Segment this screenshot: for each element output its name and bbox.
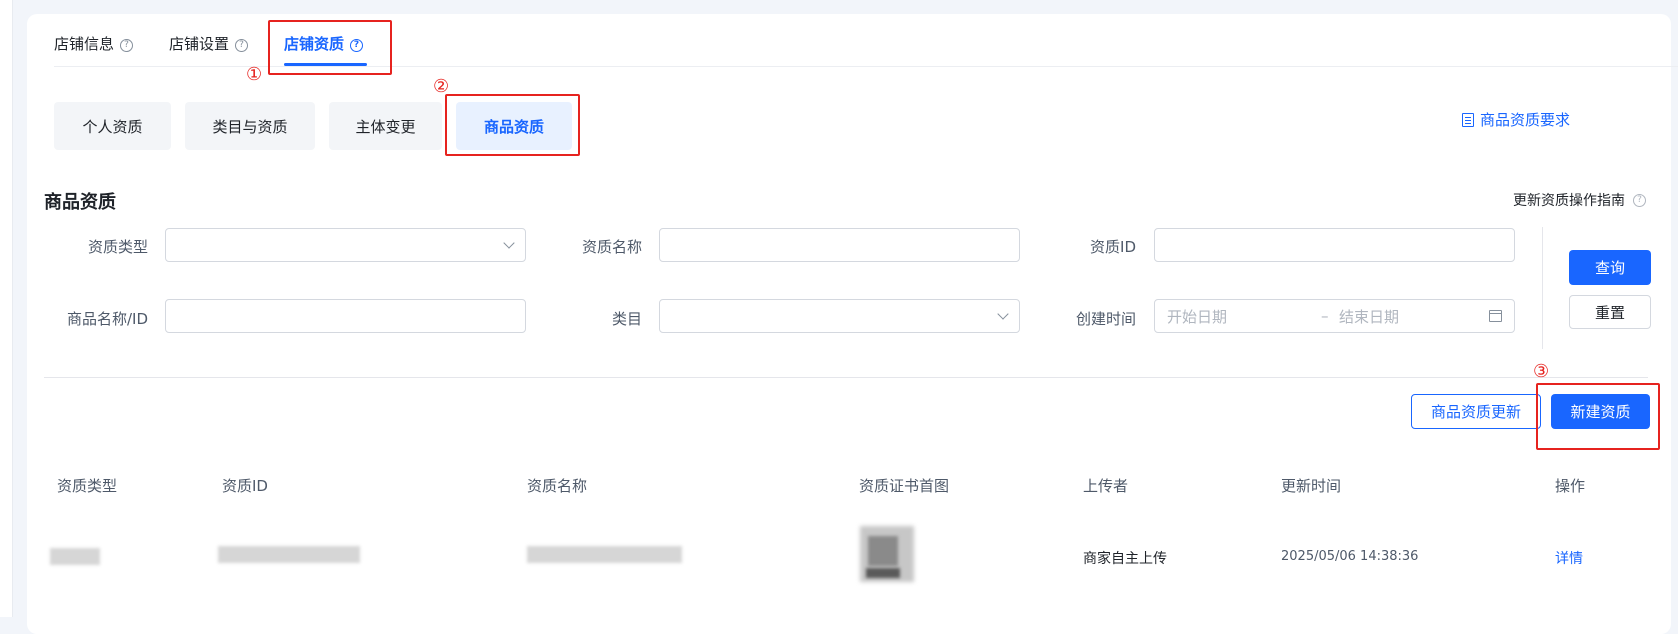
annotation-number-3: ③ [1533,361,1550,382]
product-name-label: 商品名称/ID [66,310,148,328]
query-button[interactable]: 查询 [1569,250,1651,285]
col-qual-id: 资质ID [222,477,268,495]
annotation-box-1 [268,20,392,75]
subtab-label: 主体变更 [355,117,416,136]
document-icon [1461,112,1474,127]
col-action: 操作 [1555,477,1586,495]
category-select[interactable] [659,299,1020,333]
end-date-placeholder[interactable]: 结束日期 [1339,306,1399,327]
qual-type-label: 资质类型 [87,238,148,256]
qual-id-input[interactable] [1154,228,1515,262]
left-panel-edge [0,0,13,617]
guide-link-label: 更新资质操作指南 [1513,193,1625,209]
chevron-down-icon [503,237,515,249]
tab-store-info[interactable]: 店铺信息 ? [54,30,134,66]
subtab-personal[interactable]: 个人资质 [54,102,171,150]
help-icon: ? [1633,193,1646,207]
qual-name-text[interactable] [672,235,1007,255]
product-name-input[interactable] [165,299,526,333]
qual-name-label: 资质名称 [581,238,642,256]
col-qual-type: 资质类型 [57,477,118,495]
qual-id-text[interactable] [1167,235,1502,255]
redacted-qual-id [218,546,360,563]
filter-divider [1542,227,1543,349]
col-qual-name: 资质名称 [527,477,588,495]
detail-link[interactable]: 详情 [1555,548,1583,568]
calendar-icon [1489,310,1502,322]
help-icon[interactable]: ? [120,39,134,52]
chevron-down-icon [997,308,1009,320]
annotation-box-3 [1536,383,1660,450]
qual-name-input[interactable] [659,228,1020,262]
guide-link[interactable]: 更新资质操作指南 ? [1513,190,1646,210]
qual-id-label: 资质ID [1090,238,1136,256]
range-separator: – [1321,307,1329,325]
section-divider [44,377,1648,378]
created-time-label: 创建时间 [1075,310,1136,328]
requirement-link[interactable]: 商品资质要求 [1461,109,1570,130]
product-name-text[interactable] [178,306,513,326]
section-title: 商品资质 [44,192,116,213]
start-date-placeholder[interactable]: 开始日期 [1167,306,1227,327]
updated-cell: 2025/05/06 14:38:36 [1281,549,1419,564]
annotation-number-2: ② [433,76,450,97]
redacted-qual-name [527,546,682,563]
annotation-box-2 [445,94,580,156]
qual-type-select[interactable] [165,228,526,262]
category-label: 类目 [611,310,642,328]
subtab-entity-change[interactable]: 主体变更 [329,102,442,150]
col-cert-image: 资质证书首图 [859,477,950,495]
help-icon[interactable]: ? [235,39,249,52]
col-uploader: 上传者 [1083,477,1129,495]
tab-store-settings[interactable]: 店铺设置 ? [169,30,249,66]
tab-label: 店铺设置 [169,35,230,53]
subtab-category[interactable]: 类目与资质 [185,102,315,150]
update-qualification-button[interactable]: 商品资质更新 [1411,394,1541,429]
redacted-qual-type [50,548,100,565]
subtab-label: 类目与资质 [212,117,288,136]
col-updated: 更新时间 [1281,477,1342,495]
reset-button[interactable]: 重置 [1569,295,1651,329]
cert-thumbnail[interactable] [852,518,922,590]
uploader-cell: 商家自主上传 [1083,551,1167,567]
date-range-picker[interactable]: 开始日期 – 结束日期 [1154,299,1515,333]
requirement-link-label: 商品资质要求 [1479,111,1570,129]
tab-label: 店铺信息 [54,35,115,53]
annotation-number-1: ① [246,64,263,85]
subtab-label: 个人资质 [82,117,143,136]
